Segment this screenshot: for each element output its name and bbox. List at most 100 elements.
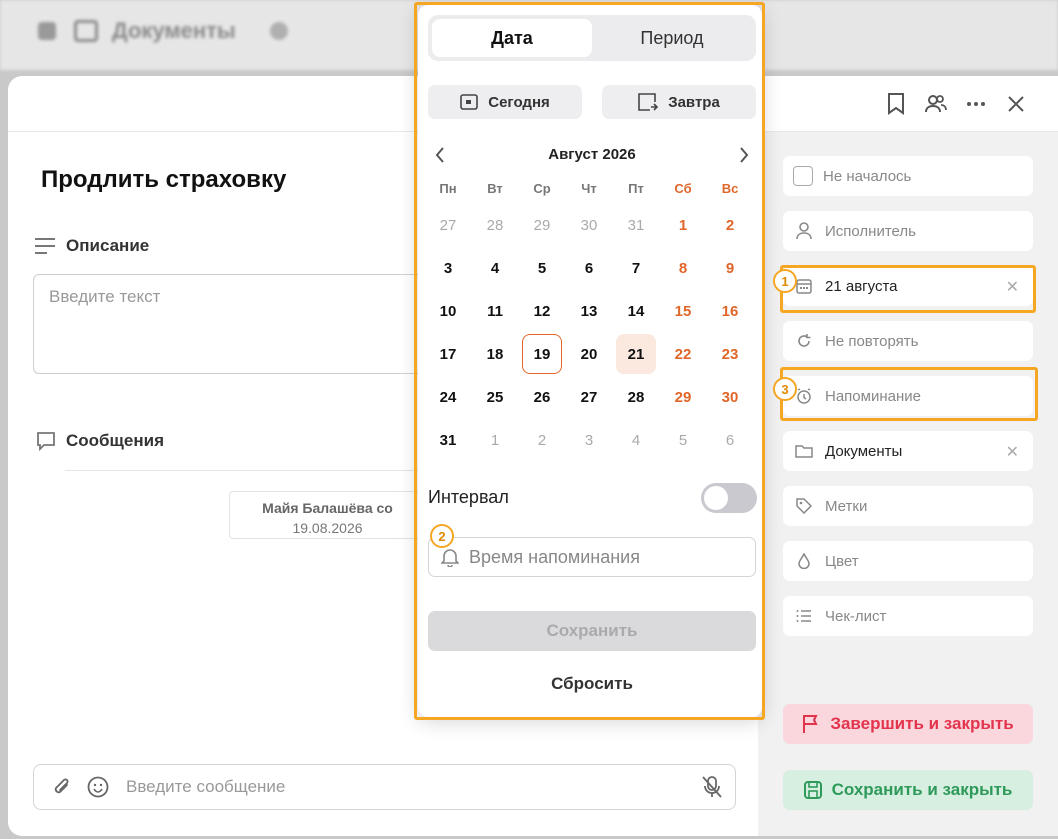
users-icon[interactable] (924, 92, 948, 116)
color-field[interactable]: Цвет (783, 541, 1033, 581)
calendar-day[interactable]: 21 (616, 334, 656, 374)
tomorrow-label: Завтра (668, 93, 720, 111)
clear-date-icon[interactable]: ✕ (1006, 277, 1019, 297)
assignee-label: Исполнитель (825, 222, 916, 240)
bell-icon (441, 549, 459, 567)
description-section: Описание (34, 236, 149, 256)
calendar-day[interactable]: 12 (522, 291, 562, 331)
description-placeholder: Введите текст (49, 287, 161, 306)
clear-folder-icon[interactable]: ✕ (1006, 442, 1019, 462)
description-label: Описание (66, 236, 150, 255)
calendar-day[interactable]: 6 (569, 248, 609, 288)
user-icon (795, 222, 813, 240)
calendar-day[interactable]: 28 (475, 205, 515, 245)
reminder-field[interactable]: Напоминание (783, 376, 1033, 416)
calendar-day[interactable]: 13 (569, 291, 609, 331)
microphone-off-icon[interactable] (700, 775, 724, 799)
calendar-day[interactable]: 20 (569, 334, 609, 374)
calendar-day[interactable]: 10 (428, 291, 468, 331)
calendar-next-icon (638, 93, 659, 111)
tomorrow-button[interactable]: Завтра (602, 85, 756, 119)
attach-icon[interactable] (50, 775, 74, 799)
annotation-badge: 1 (773, 269, 797, 293)
calendar-day[interactable]: 26 (522, 377, 562, 417)
calendar-day[interactable]: 2 (522, 420, 562, 460)
calendar-day[interactable]: 1 (663, 205, 703, 245)
calendar-day[interactable]: 27 (428, 205, 468, 245)
message-icon (37, 432, 55, 451)
alarm-icon (795, 387, 813, 405)
weekday-header: Пт (628, 181, 644, 196)
status-field[interactable]: Не началось (783, 156, 1033, 196)
calendar-day[interactable]: 27 (569, 377, 609, 417)
calendar-day[interactable]: 31 (428, 420, 468, 460)
calendar-day[interactable]: 11 (475, 291, 515, 331)
weekday-header: Вт (487, 181, 503, 196)
save-button[interactable]: Сохранить (428, 611, 756, 651)
save-close-button[interactable]: Сохранить и закрыть (783, 770, 1033, 810)
calendar-day[interactable]: 4 (475, 248, 515, 288)
next-month-icon[interactable] (732, 143, 756, 167)
date-field[interactable]: 21 августа ✕ (783, 266, 1033, 306)
calendar-day[interactable]: 16 (710, 291, 750, 331)
calendar-day[interactable]: 28 (616, 377, 656, 417)
messages-label: Сообщения (66, 431, 164, 450)
repeat-field[interactable]: Не повторять (783, 321, 1033, 361)
status-checkbox[interactable] (793, 166, 813, 186)
folder-icon (74, 20, 98, 42)
finish-close-button[interactable]: Завершить и закрыть (783, 704, 1033, 744)
task-properties-panel: Не началось Исполнитель 21 августа ✕ Не … (758, 132, 1058, 836)
message-composer[interactable]: Введите сообщение (33, 764, 736, 810)
calendar-day[interactable]: 1 (475, 420, 515, 460)
folder-value: Документы (825, 442, 903, 460)
calendar-day[interactable]: 29 (522, 205, 562, 245)
tab-date[interactable]: Дата (432, 19, 592, 57)
calendar-day[interactable]: 14 (616, 291, 656, 331)
tab-period[interactable]: Период (592, 19, 752, 57)
calendar-day[interactable]: 18 (475, 334, 515, 374)
calendar-day[interactable]: 29 (663, 377, 703, 417)
calendar-day[interactable]: 3 (569, 420, 609, 460)
checklist-icon (795, 607, 813, 625)
emoji-icon[interactable] (86, 775, 110, 799)
weekday-header: Пн (439, 181, 457, 196)
calendar-day[interactable]: 6 (710, 420, 750, 460)
close-icon[interactable] (1004, 92, 1028, 116)
bookmark-icon[interactable] (884, 92, 908, 116)
checklist-field[interactable]: Чек-лист (783, 596, 1033, 636)
calendar-day[interactable]: 5 (522, 248, 562, 288)
calendar-day[interactable]: 23 (710, 334, 750, 374)
weekday-header: Чт (581, 181, 597, 196)
message-author: Майя Балашёва со (262, 500, 393, 516)
finish-close-label: Завершить и закрыть (830, 714, 1014, 733)
reminder-time-input[interactable]: Время напоминания (428, 537, 756, 577)
more-icon[interactable] (964, 92, 988, 116)
calendar-day[interactable]: 30 (710, 377, 750, 417)
today-label: Сегодня (488, 93, 550, 111)
calendar-day[interactable]: 19 (522, 334, 562, 374)
reset-button[interactable]: Сбросить (428, 669, 756, 699)
calendar-day[interactable]: 4 (616, 420, 656, 460)
folder-field[interactable]: Документы ✕ (783, 431, 1033, 471)
calendar-day[interactable]: 17 (428, 334, 468, 374)
calendar-day[interactable]: 22 (663, 334, 703, 374)
settings-icon (270, 22, 288, 40)
description-input[interactable]: Введите текст (33, 274, 423, 374)
calendar-day[interactable]: 8 (663, 248, 703, 288)
assignee-field[interactable]: Исполнитель (783, 211, 1033, 251)
calendar-day[interactable]: 9 (710, 248, 750, 288)
calendar-day[interactable]: 15 (663, 291, 703, 331)
calendar-day[interactable]: 2 (710, 205, 750, 245)
task-title[interactable]: Продлить страховку (41, 166, 286, 194)
calendar-day[interactable]: 30 (569, 205, 609, 245)
calendar-day[interactable]: 7 (616, 248, 656, 288)
interval-toggle[interactable] (701, 483, 757, 513)
message-item: Майя Балашёва со 19.08.2026 (229, 491, 425, 539)
tags-field[interactable]: Метки (783, 486, 1033, 526)
calendar-day[interactable]: 3 (428, 248, 468, 288)
today-button[interactable]: Сегодня (428, 85, 582, 119)
calendar-day[interactable]: 31 (616, 205, 656, 245)
calendar-day[interactable]: 24 (428, 377, 468, 417)
calendar-day[interactable]: 5 (663, 420, 703, 460)
calendar-day[interactable]: 25 (475, 377, 515, 417)
